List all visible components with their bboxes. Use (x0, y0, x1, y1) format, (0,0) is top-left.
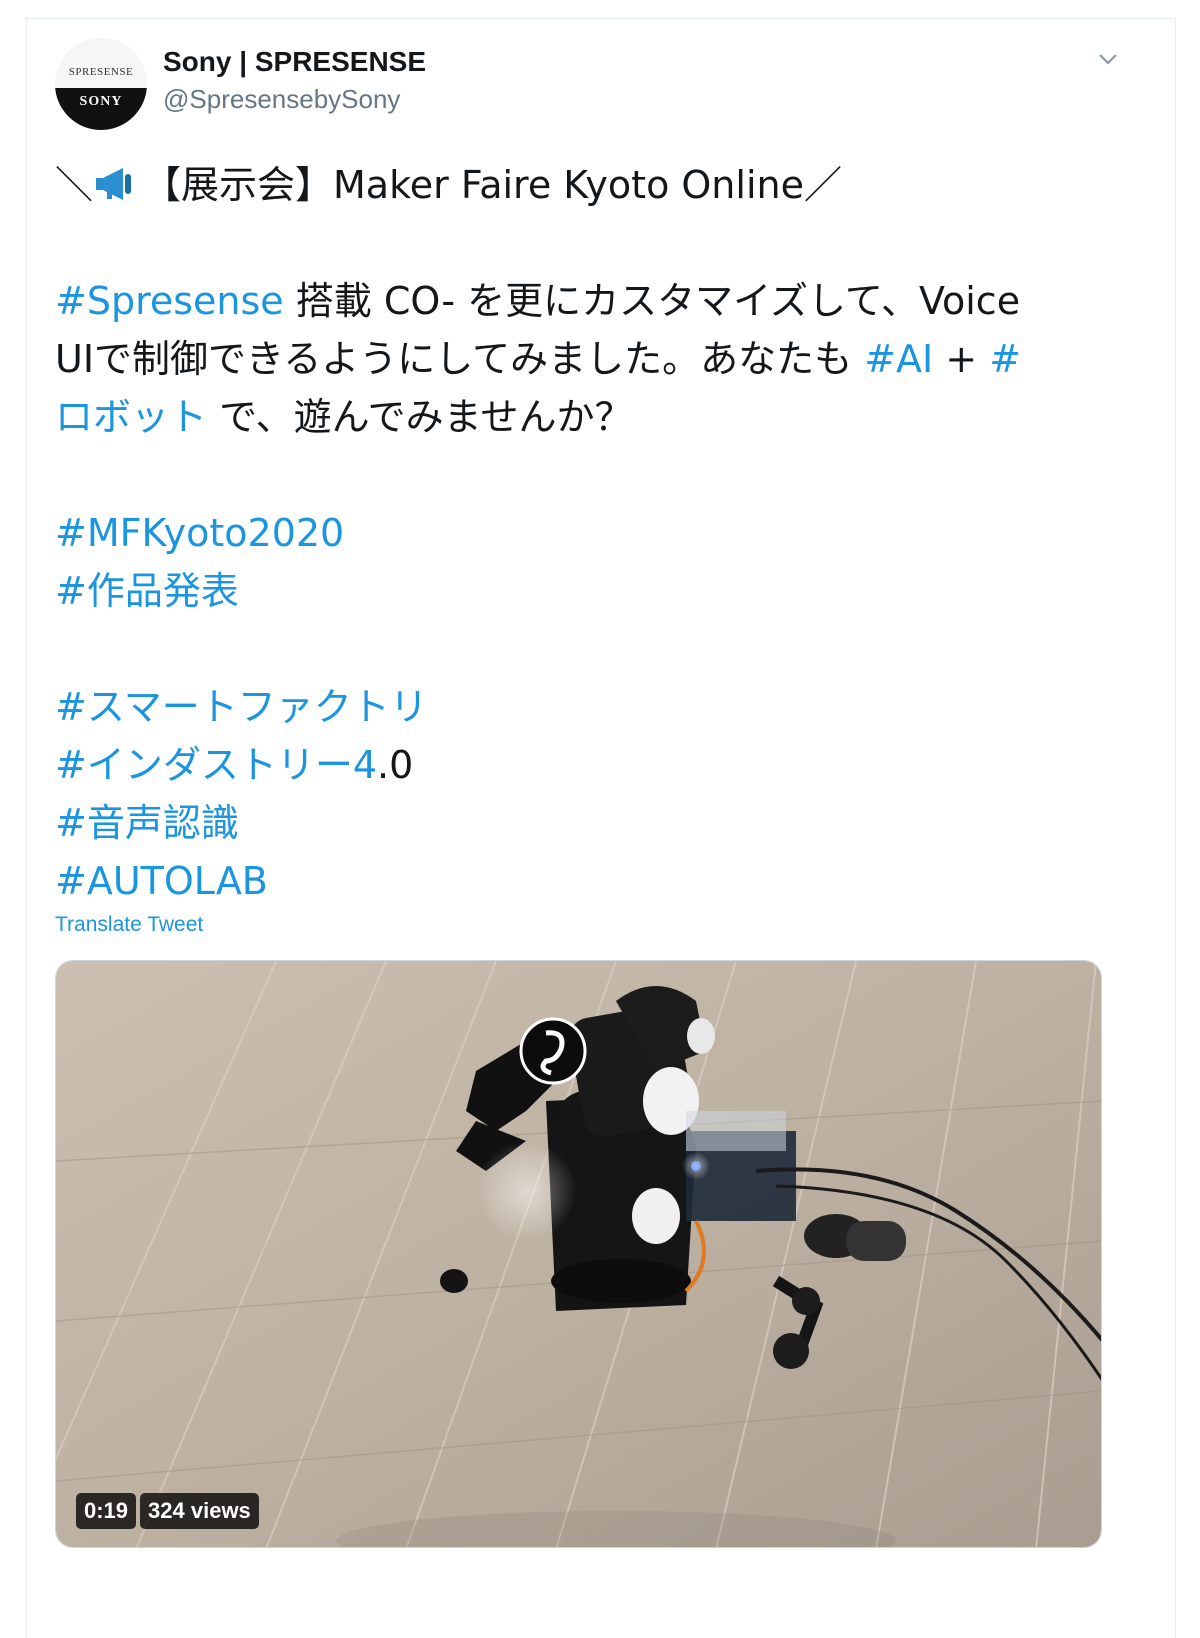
avatar[interactable]: SPRESENSE SONY (55, 38, 147, 130)
tweet-line-3: UIで制御できるようにしてみました。あなたも #AI + # (55, 330, 1125, 388)
tweet-header: SPRESENSE SONY Sony | SPRESENSE @Spresen… (55, 38, 1145, 133)
hashtag-spresense[interactable]: #Spresense (55, 279, 284, 323)
tweet-line-5: #MFKyoto2020 (55, 504, 1125, 562)
hashtag-smart-factory[interactable]: #スマートファクトリ (55, 685, 428, 729)
display-name[interactable]: Sony | SPRESENSE (163, 46, 426, 78)
industry-suffix: .0 (377, 743, 414, 787)
video-badges: 0:19 324 views (76, 1493, 259, 1529)
tweet-line-2: #Spresense 搭載 CO- を更にカスタマイズして、Voice (55, 272, 1125, 330)
chevron-down-icon[interactable] (1093, 44, 1123, 74)
hashtag-robot-start[interactable]: # (989, 337, 1021, 381)
hashtag-mfkyoto2020[interactable]: #MFKyoto2020 (55, 511, 344, 555)
tweet-line-7: #スマートファクトリ (55, 678, 1125, 736)
line3-text: UIで制御できるようにしてみました。あなたも (55, 337, 865, 381)
backslash-text: ＼ (55, 163, 94, 207)
avatar-sony-logo: SONY (79, 94, 123, 109)
plus-text: + (933, 337, 990, 381)
page: SPRESENSE SONY Sony | SPRESENSE @Spresen… (0, 0, 1200, 1638)
tweet-line-1: ＼ 【展示会】Maker Faire Kyoto Online／ (55, 156, 1125, 214)
tweet-line-4: ロボット で、遊んでみませんか？ (55, 388, 1125, 446)
line2-text: 搭載 CO- を更にカスタマイズして、Voice (283, 279, 1021, 323)
hashtag-industry[interactable]: #インダストリー4 (55, 743, 377, 787)
avatar-top (55, 38, 147, 88)
hashtag-robot[interactable]: ロボット (55, 395, 207, 439)
video-thumbnail (56, 961, 1101, 1547)
megaphone-icon (93, 162, 143, 202)
hashtag-voice-recognition[interactable]: #音声認識 (55, 801, 239, 845)
video-views: 324 views (140, 1493, 259, 1529)
video-duration: 0:19 (76, 1493, 137, 1529)
translate-tweet-link[interactable]: Translate Tweet (55, 913, 203, 937)
tweet-text: ＼ 【展示会】Maker Faire Kyoto Online／ #Spresen… (55, 156, 1125, 910)
tweet-line-8: #インダストリー4.0 (55, 736, 1125, 794)
exhibition-title: 【展示会】Maker Faire Kyoto Online／ (143, 163, 842, 207)
line4-text: で、遊んでみませんか？ (207, 395, 633, 439)
hashtag-sakuhin-happyo[interactable]: #作品発表 (55, 569, 239, 613)
avatar-spresense-logo: SPRESENSE (68, 66, 134, 78)
tweet-line-9: #音声認識 (55, 794, 1125, 852)
user-handle[interactable]: @SpresensebySony (163, 84, 400, 115)
tweet-line-6: #作品発表 (55, 562, 1125, 620)
video-player[interactable]: 0:19 324 views (55, 960, 1102, 1548)
hashtag-ai[interactable]: #AI (864, 337, 933, 381)
hashtag-autolab[interactable]: #AUTOLAB (55, 859, 268, 903)
tweet-line-10: #AUTOLAB (55, 852, 1125, 910)
